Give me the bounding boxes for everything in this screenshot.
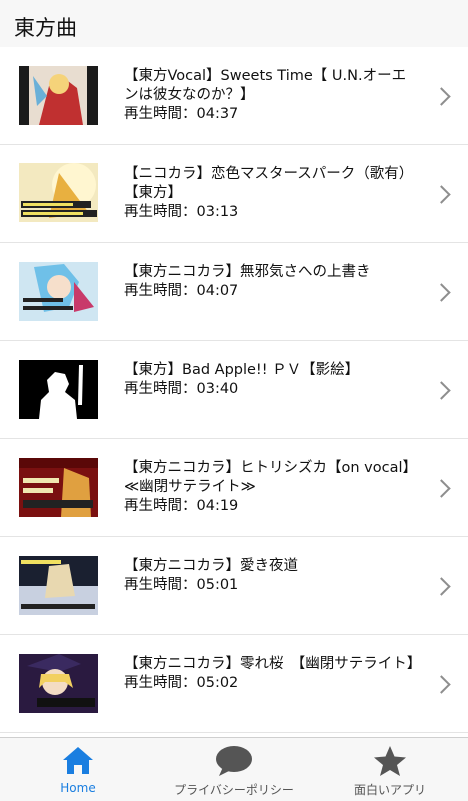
chevron-right-icon bbox=[432, 87, 451, 106]
item-title: 【東方ニコカラ】ヒトリシズカ【on vocal】≪幽閉サテライト≫ bbox=[124, 460, 410, 495]
item-duration: 再生時間：04:07 bbox=[124, 283, 239, 299]
item-text: 【東方ニコカラ】零れ桜 【幽閉サテライト】 再生時間：05:02 bbox=[124, 655, 422, 693]
item-title: 【東方】Bad Apple!! ＰＶ【影絵】 bbox=[124, 362, 360, 378]
star-icon bbox=[373, 745, 407, 781]
item-duration: 再生時間：05:02 bbox=[124, 675, 239, 691]
chevron-right-icon bbox=[432, 381, 451, 400]
video-thumbnail-icon bbox=[19, 360, 98, 419]
item-title: 【東方ニコカラ】無邪気さへの上書き bbox=[124, 264, 371, 280]
item-title: 【東方ニコカラ】零れ桜 【幽閉サテライト】 bbox=[124, 656, 422, 672]
item-title: 【ニコカラ】恋色マスタースパーク（歌有）【東方】 bbox=[124, 166, 414, 201]
video-thumbnail-icon bbox=[19, 163, 98, 222]
item-text: 【東方ニコカラ】愛き夜道 再生時間：05:01 bbox=[124, 557, 414, 595]
list-item[interactable]: 【東方Vocal】Sweets Time【 U.N.オーエンは彼女なのか？】 再… bbox=[0, 47, 468, 145]
list-item[interactable]: 【東方】Bad Apple!! ＰＶ【影絵】 再生時間：03:40 bbox=[0, 341, 468, 439]
tab-home[interactable]: Home bbox=[0, 738, 156, 801]
video-thumbnail-icon bbox=[19, 458, 98, 517]
tab-privacy-policy[interactable]: プライバシーポリシー bbox=[156, 738, 312, 801]
home-icon bbox=[61, 745, 95, 779]
item-duration: 再生時間：05:01 bbox=[124, 577, 239, 593]
list-item[interactable]: 【東方ニコカラ】愛き夜道 再生時間：05:01 bbox=[0, 537, 468, 635]
item-text: 【東方Vocal】Sweets Time【 U.N.オーエンは彼女なのか？】 再… bbox=[124, 67, 414, 124]
list-item[interactable]: 【東方ニコカラ】ヒトリシズカ【on vocal】≪幽閉サテライト≫ 再生時間：0… bbox=[0, 439, 468, 537]
tab-label: プライバシーポリシー bbox=[174, 783, 294, 797]
list-item[interactable]: 【東方ニコカラ】無邪気さへの上書き 再生時間：04:07 bbox=[0, 243, 468, 341]
item-duration: 再生時間：04:19 bbox=[124, 498, 239, 514]
chevron-right-icon bbox=[432, 479, 451, 498]
tab-label: 面白いアプリ bbox=[353, 783, 426, 797]
speech-bubble-icon bbox=[215, 745, 253, 781]
item-title: 【東方ニコカラ】愛き夜道 bbox=[124, 558, 298, 574]
video-thumbnail-icon bbox=[19, 66, 98, 125]
item-duration: 再生時間：03:13 bbox=[124, 204, 239, 220]
chevron-right-icon bbox=[432, 675, 451, 694]
tab-label: Home bbox=[60, 781, 96, 795]
video-list: 【東方Vocal】Sweets Time【 U.N.オーエンは彼女なのか？】 再… bbox=[0, 47, 468, 733]
chevron-right-icon bbox=[432, 185, 451, 204]
item-duration: 再生時間：03:40 bbox=[124, 381, 239, 397]
item-duration: 再生時間：04:37 bbox=[124, 106, 239, 122]
tab-interesting-apps[interactable]: 面白いアプリ bbox=[312, 738, 468, 801]
item-text: 【東方ニコカラ】無邪気さへの上書き 再生時間：04:07 bbox=[124, 263, 414, 301]
page-title: 東方曲 bbox=[14, 16, 77, 40]
item-text: 【東方ニコカラ】ヒトリシズカ【on vocal】≪幽閉サテライト≫ 再生時間：0… bbox=[124, 459, 414, 516]
chevron-right-icon bbox=[432, 283, 451, 302]
list-item[interactable]: 【東方ニコカラ】零れ桜 【幽閉サテライト】 再生時間：05:02 bbox=[0, 635, 468, 733]
item-text: 【ニコカラ】恋色マスタースパーク（歌有）【東方】 再生時間：03:13 bbox=[124, 165, 414, 222]
tab-bar: Home プライバシーポリシー 面白いアプリ bbox=[0, 737, 468, 801]
chevron-right-icon bbox=[432, 577, 451, 596]
item-text: 【東方】Bad Apple!! ＰＶ【影絵】 再生時間：03:40 bbox=[124, 361, 414, 399]
video-thumbnail-icon bbox=[19, 556, 98, 615]
video-thumbnail-icon bbox=[19, 654, 98, 713]
item-title: 【東方Vocal】Sweets Time【 U.N.オーエンは彼女なのか？】 bbox=[124, 68, 407, 103]
video-thumbnail-icon bbox=[19, 262, 98, 321]
list-item[interactable]: 【ニコカラ】恋色マスタースパーク（歌有）【東方】 再生時間：03:13 bbox=[0, 145, 468, 243]
